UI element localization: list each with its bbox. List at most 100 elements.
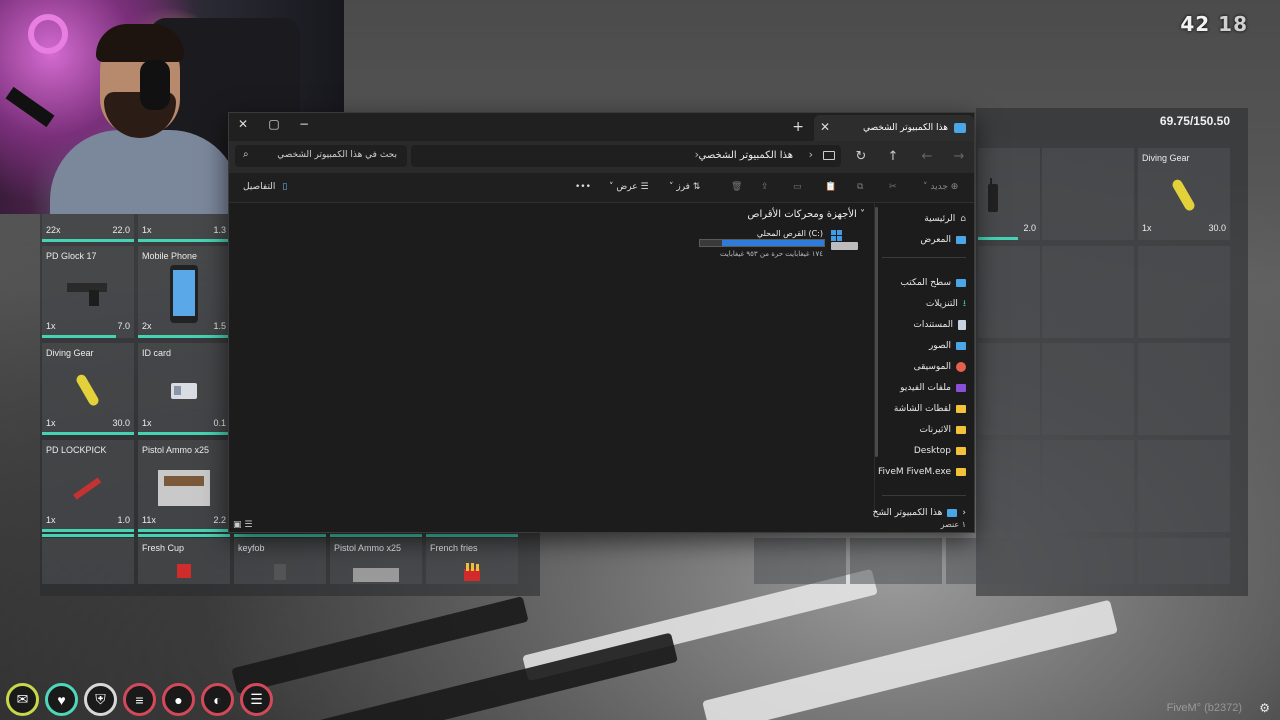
title-bar[interactable]: ✕ ▢ − + هذا الكمبيوتر الشخصي ✕ xyxy=(229,113,974,141)
microphone-arm xyxy=(5,86,55,128)
inventory-slot[interactable] xyxy=(978,343,1040,435)
inventory-slot[interactable]: PD Glock 17 1x 7.0 xyxy=(42,246,134,338)
download-icon: ⭳ xyxy=(962,299,966,309)
new-tab-button[interactable]: + xyxy=(792,119,804,135)
slot-weight: 22.0 xyxy=(112,225,130,235)
sidebar-item-downloads[interactable]: التنزيلات ⭳ xyxy=(926,296,966,312)
tab-this-pc[interactable]: هذا الكمبيوتر الشخصي ✕ xyxy=(814,115,974,141)
copy-icon[interactable]: ⧉ xyxy=(857,182,863,192)
navigation-pane: الرئيسية ⌂ المعرض سطح المكتب التنزيلات ⭳ ا… xyxy=(873,203,974,518)
sidebar-item-desktop[interactable]: سطح المكتب xyxy=(900,275,966,291)
sort-icon: ⇅ xyxy=(692,182,701,192)
refresh-icon[interactable]: ↻ xyxy=(853,149,869,164)
inventory-slot[interactable]: Diving Gear 1x 30.0 xyxy=(1138,148,1230,240)
close-window-button[interactable]: ✕ xyxy=(236,117,250,131)
rename-icon[interactable]: ▭ xyxy=(793,182,802,192)
inventory-slot[interactable] xyxy=(1138,440,1230,532)
sidebar-item-folder[interactable]: الاثيرنات xyxy=(919,422,966,438)
inventory-slot[interactable] xyxy=(1042,343,1134,435)
inventory-slot[interactable] xyxy=(978,246,1040,338)
sidebar-item-documents[interactable]: المستندات xyxy=(913,317,966,333)
id-card-icon xyxy=(171,382,197,399)
inventory-slot[interactable] xyxy=(1042,440,1134,532)
inventory-slot[interactable]: 1x 1.3 xyxy=(138,214,230,242)
view-toggle[interactable]: ▣ ☰ xyxy=(233,520,252,530)
maximize-button[interactable]: ▢ xyxy=(267,117,281,131)
slot-weight: 2.0 xyxy=(1023,223,1036,233)
inventory-slot[interactable]: keyfob xyxy=(234,534,326,584)
paste-icon[interactable]: 📋 xyxy=(825,182,836,192)
inventory-slot[interactable]: 22x 22.0 xyxy=(42,214,134,242)
sidebar-item-label: الصور xyxy=(928,341,951,351)
sidebar-item-pictures[interactable]: الصور xyxy=(929,338,966,354)
up-arrow-icon[interactable]: ↑ xyxy=(885,149,901,164)
inventory-slot[interactable]: Pistol Ammo x25 xyxy=(330,534,422,584)
content-pane[interactable]: الأجهزة ومحركات الأقراص ˅ القرص المحلي (… xyxy=(229,203,873,518)
stamina-icon: ◐ xyxy=(201,683,234,716)
inventory-slot[interactable]: ID card 1x 0.1 xyxy=(138,343,230,435)
inventory-slot[interactable] xyxy=(978,440,1040,532)
inventory-slot[interactable] xyxy=(1042,538,1134,584)
inventory-slot[interactable]: Mobile Phone 2x 1.5 xyxy=(138,246,230,338)
chevron-icon[interactable]: › xyxy=(809,148,813,161)
inventory-slot[interactable] xyxy=(1042,148,1134,240)
sidebar-item-screenshots[interactable]: لقطات الشاشة xyxy=(894,401,966,417)
details-button[interactable]: التفاصيل ▯ xyxy=(243,182,287,192)
sidebar-item-music[interactable]: الموسيقى xyxy=(914,359,966,375)
delete-icon[interactable]: 🗑 xyxy=(731,182,742,192)
inventory-slot[interactable] xyxy=(1138,343,1230,435)
sort-label: فرز xyxy=(676,182,690,192)
inventory-slot[interactable] xyxy=(1138,538,1230,584)
inventory-slot[interactable] xyxy=(850,538,942,584)
inventory-slot[interactable] xyxy=(1138,246,1230,338)
view-button[interactable]: ˅ عرض ☰ xyxy=(609,182,649,192)
inventory-slot[interactable]: 2.0 xyxy=(978,148,1040,240)
diving-tank-icon xyxy=(1172,179,1195,211)
slot-name: Pistol Ammo x25 xyxy=(142,445,210,455)
more-options-button[interactable]: ••• xyxy=(575,182,591,192)
tiles-view-icon[interactable]: ▣ xyxy=(233,520,242,530)
drive-name[interactable]: القرص المحلي (C:) xyxy=(757,229,823,238)
address-bar[interactable]: › هذا الكمبيوتر الشخصي › xyxy=(411,145,841,167)
pictures-icon xyxy=(956,342,966,350)
folder-icon xyxy=(956,468,966,476)
lockpick-icon xyxy=(73,477,102,500)
back-arrow-icon[interactable]: → xyxy=(951,149,967,164)
radio-icon xyxy=(988,177,998,212)
sort-button[interactable]: ˅ فرز ⇅ xyxy=(669,182,700,192)
breadcrumb[interactable]: هذا الكمبيوتر الشخصي xyxy=(699,150,794,161)
details-view-icon[interactable]: ☰ xyxy=(244,520,252,530)
slot-durability-bar xyxy=(42,534,134,537)
inventory-slot[interactable] xyxy=(42,534,134,584)
share-icon[interactable]: ⇪ xyxy=(761,182,769,192)
slot-weight: 7.0 xyxy=(117,321,130,331)
video-icon xyxy=(956,384,966,392)
inventory-slot[interactable] xyxy=(946,538,1038,584)
inventory-slot[interactable] xyxy=(1042,246,1134,338)
new-button[interactable]: ˅ جديد ⊕ xyxy=(923,182,958,192)
sidebar-item-home[interactable]: الرئيسية ⌂ xyxy=(924,211,966,227)
inventory-slot[interactable]: Pistol Ammo x25 11x 2.2 xyxy=(138,440,230,532)
inventory-slot[interactable] xyxy=(754,538,846,584)
chevron-down-icon: ˅ xyxy=(923,182,928,192)
search-box[interactable]: ⌕ بحث في هذا الكمبيوتر الشخصي xyxy=(235,145,407,167)
sidebar-item-desktop-folder[interactable]: Desktop xyxy=(914,443,966,459)
forward-arrow-icon[interactable]: ← xyxy=(919,149,935,164)
sidebar-item-videos[interactable]: ملفات الفيديو xyxy=(900,380,966,396)
slot-durability-bar xyxy=(234,534,326,537)
close-tab-icon[interactable]: ✕ xyxy=(820,120,830,134)
drive-free-space: ١٧٤ غيغابايت حرة من ٩٥٣ غيغابايت xyxy=(719,250,823,258)
sidebar-item-gallery[interactable]: المعرض xyxy=(920,232,966,248)
inventory-slot[interactable]: French fries xyxy=(426,534,518,584)
sidebar-item-fivem[interactable]: FiveM FiveM.exe xyxy=(878,464,966,480)
inventory-slot[interactable]: Fresh Cup xyxy=(138,534,230,584)
slot-durability-bar xyxy=(330,534,422,537)
cut-icon[interactable]: ✂ xyxy=(889,182,897,192)
inventory-slot[interactable]: PD LOCKPICK 1x 1.0 xyxy=(42,440,134,532)
inventory-slot[interactable]: Diving Gear 1x 30.0 xyxy=(42,343,134,435)
file-explorer-window[interactable]: ✕ ▢ − + هذا الكمبيوتر الشخصي ✕ ⌕ بحث في … xyxy=(228,112,975,533)
chevron-icon[interactable]: › xyxy=(695,148,699,161)
section-header[interactable]: الأجهزة ومحركات الأقراص ˅ xyxy=(747,209,865,220)
item-count: ١ عنصر xyxy=(940,520,966,529)
minimize-button[interactable]: − xyxy=(297,117,311,131)
